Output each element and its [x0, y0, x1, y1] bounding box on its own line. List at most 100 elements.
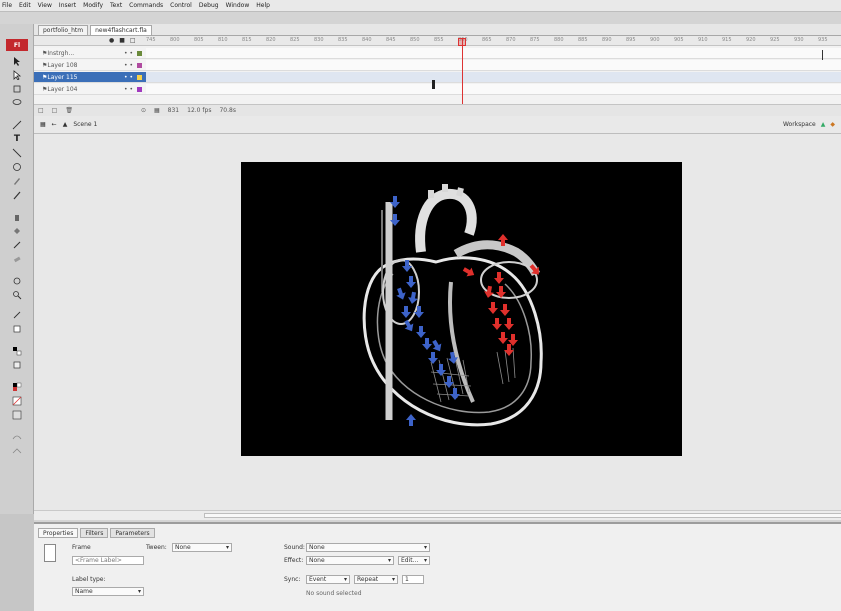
frame-track[interactable] — [146, 60, 841, 71]
effect-select[interactable]: None — [306, 556, 394, 565]
add-folder-icon[interactable]: □ — [52, 107, 58, 114]
back-arrow-icon[interactable]: ← — [52, 121, 57, 128]
layer-name: Layer 115 — [47, 73, 78, 81]
zoom-tool-icon[interactable] — [7, 288, 27, 302]
menu-help[interactable]: Help — [256, 2, 270, 9]
blue-flow-arrow — [414, 306, 424, 318]
layer-row[interactable]: ⚑ Layer 115 • • — [34, 72, 146, 83]
layer-color-swatch[interactable] — [137, 62, 142, 68]
ruler-tick: 825 — [290, 37, 300, 43]
repeat-count-input[interactable]: 1 — [402, 575, 424, 584]
tab-filters[interactable]: Filters — [80, 528, 109, 538]
hand-tool-icon[interactable] — [7, 274, 27, 288]
edit-button[interactable]: Edit... — [398, 556, 430, 565]
snap-icon[interactable] — [7, 358, 27, 372]
menu-file[interactable]: File — [2, 2, 12, 9]
edit-symbol-icon[interactable]: ◆ — [830, 121, 835, 128]
ruler-tick: 815 — [242, 37, 252, 43]
menu-control[interactable]: Control — [170, 2, 192, 9]
center-frame-icon[interactable]: ⊙ — [141, 107, 146, 114]
timeline-toggle-icon[interactable]: ▦ — [40, 121, 46, 128]
scene-name[interactable]: Scene 1 — [73, 121, 97, 128]
stage-canvas[interactable] — [241, 162, 682, 456]
menu-window[interactable]: Window — [226, 2, 250, 9]
tween-select[interactable]: None — [172, 543, 232, 552]
sync-label: Sync: — [284, 576, 301, 583]
ruler-tick: 895 — [626, 37, 636, 43]
frame-track[interactable] — [146, 84, 841, 95]
sync-select[interactable]: Event — [306, 575, 350, 584]
stroke-color-icon[interactable] — [7, 308, 27, 322]
fill-color-icon[interactable] — [7, 322, 27, 336]
ruler-tick: 920 — [746, 37, 756, 43]
eraser-tool-icon[interactable] — [7, 252, 27, 266]
line-tool-icon[interactable] — [7, 118, 27, 132]
playhead[interactable] — [462, 38, 463, 106]
pen-tool-icon[interactable] — [7, 146, 27, 160]
add-layer-icon[interactable]: □ — [38, 107, 44, 114]
red-flow-arrow — [462, 267, 475, 277]
paint-bucket-tool-icon[interactable] — [7, 224, 27, 238]
layer-toggles[interactable]: • • — [124, 86, 133, 93]
repeat-select[interactable]: Repeat — [354, 575, 398, 584]
ruler-tick: 835 — [338, 37, 348, 43]
menu-insert[interactable]: Insert — [59, 2, 76, 9]
blue-flow-arrow — [444, 376, 454, 388]
onion-skin-icon[interactable]: ▦ — [154, 107, 160, 114]
label-type-select[interactable]: Name — [72, 587, 144, 596]
eyedropper-tool-icon[interactable] — [7, 238, 27, 252]
frame-track[interactable] — [146, 48, 841, 59]
menu-text[interactable]: Text — [110, 2, 122, 9]
menu-edit[interactable]: Edit — [19, 2, 31, 9]
menu-debug[interactable]: Debug — [199, 2, 219, 9]
swap-colors-icon[interactable] — [7, 344, 27, 358]
selection-tool-icon[interactable] — [7, 54, 27, 68]
layer-row[interactable]: ⚑ Instrgh... • • — [34, 48, 146, 59]
tween-label: Tween: — [146, 544, 167, 551]
sound-select[interactable]: None — [306, 543, 430, 552]
layer-row[interactable]: ⚑ Layer 108 • • — [34, 60, 146, 71]
show-hide-icon[interactable]: ● — [109, 37, 114, 44]
layer-color-swatch[interactable] — [137, 86, 142, 92]
blue-flow-arrow — [402, 260, 412, 272]
layer-row[interactable]: ⚑ Layer 104 • • — [34, 84, 146, 95]
scroll-thumb[interactable] — [204, 513, 841, 518]
layer-toggles[interactable]: • • — [124, 74, 133, 81]
frame-rate[interactable]: 12.0 fps — [187, 107, 211, 114]
oval-tool-icon[interactable] — [7, 160, 27, 174]
layer-color-swatch[interactable] — [137, 74, 142, 80]
timeline-footer: □ □ 🗑 ⊙ ▦ 831 12.0 fps 70.8s — [34, 104, 841, 116]
subselection-tool-icon[interactable] — [7, 68, 27, 82]
tab-heart-fla[interactable]: new4flashcart.fla — [90, 25, 152, 35]
ruler-tick: 915 — [722, 37, 732, 43]
horizontal-scrollbar[interactable] — [34, 510, 841, 520]
tab-portfolio[interactable]: portfolio_htm — [38, 25, 89, 35]
color-swatch-icon[interactable] — [7, 380, 27, 394]
workspace-menu[interactable]: Workspace — [783, 121, 816, 128]
object-drawing-icon[interactable] — [7, 408, 27, 422]
tab-properties[interactable]: Properties — [38, 528, 79, 538]
straighten-icon[interactable] — [7, 444, 27, 458]
free-transform-tool-icon[interactable] — [7, 82, 27, 96]
pencil-tool-icon[interactable] — [7, 174, 27, 188]
layer-toggles[interactable]: • • — [124, 62, 133, 69]
layer-toggles[interactable]: • • — [124, 50, 133, 57]
ink-bottle-tool-icon[interactable] — [7, 210, 27, 224]
lock-icon[interactable]: ■ — [119, 37, 125, 44]
delete-layer-icon[interactable]: 🗑 — [65, 107, 73, 114]
text-tool-icon[interactable]: T — [7, 132, 27, 146]
menu-view[interactable]: View — [38, 2, 52, 9]
edit-scene-icon[interactable]: ▲ — [821, 121, 826, 128]
scene-icon: ▲ — [62, 121, 68, 128]
menu-commands[interactable]: Commands — [129, 2, 163, 9]
frame-track[interactable] — [146, 72, 841, 83]
outline-icon[interactable]: □ — [130, 37, 136, 44]
layer-color-swatch[interactable] — [137, 50, 142, 56]
brush-tool-icon[interactable] — [7, 188, 27, 202]
tab-parameters[interactable]: Parameters — [110, 528, 155, 538]
smooth-icon[interactable] — [7, 430, 27, 444]
menu-modify[interactable]: Modify — [83, 2, 103, 9]
lasso-tool-icon[interactable] — [7, 96, 27, 110]
no-color-icon[interactable] — [7, 394, 27, 408]
frame-label-input[interactable]: <Frame Label> — [72, 556, 144, 565]
